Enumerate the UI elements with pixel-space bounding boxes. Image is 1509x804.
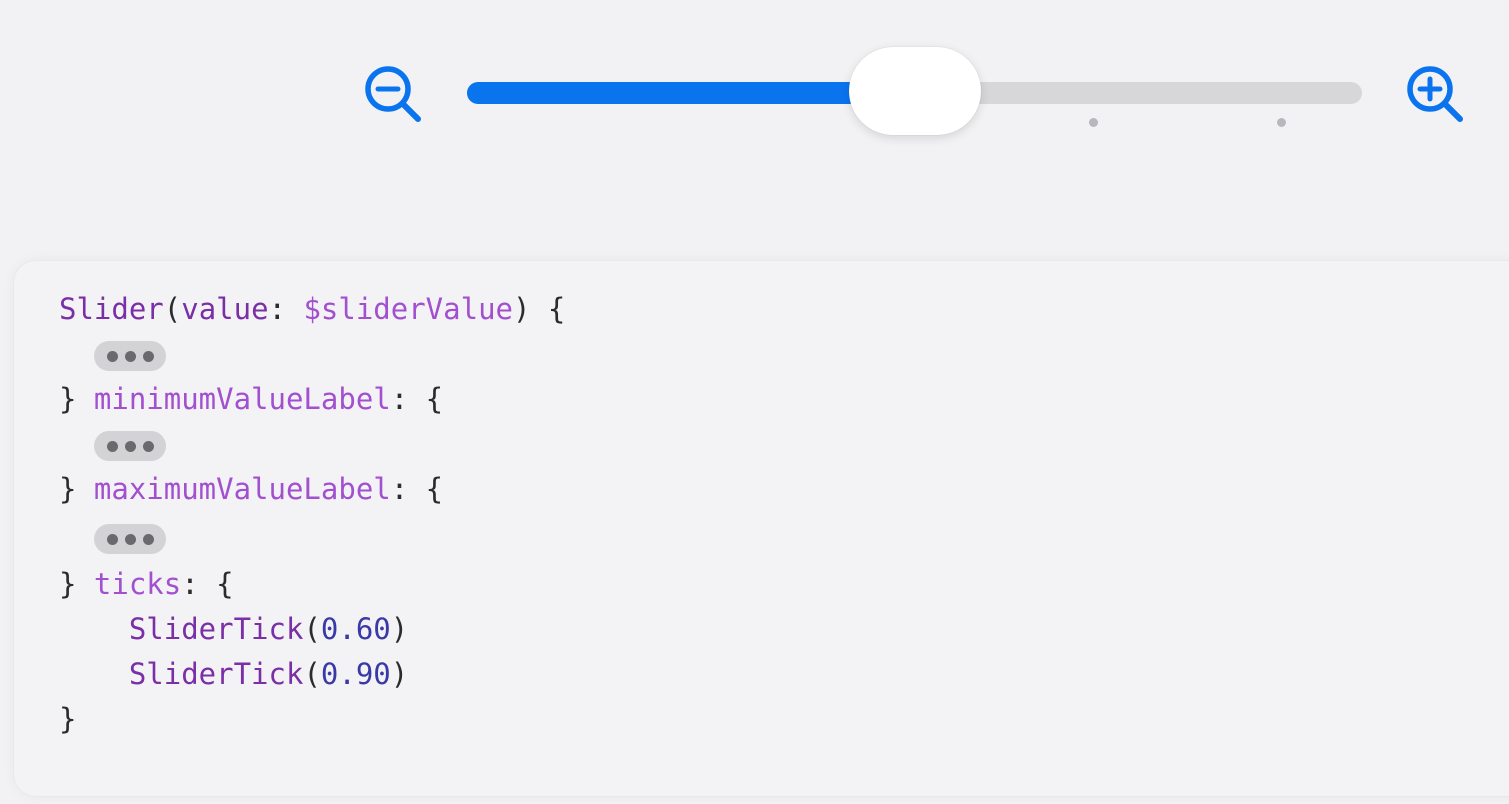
code-panel: Slider(value: $sliderValue) { } minimumV… — [14, 261, 1509, 796]
code-token: : { — [390, 472, 444, 506]
code-token: ) { — [512, 292, 566, 326]
slider-fill — [467, 82, 915, 104]
code-token: ( — [303, 612, 321, 646]
code-line: SliderTick(0.60) — [59, 607, 565, 652]
ellipsis-dot — [143, 441, 154, 452]
code-line: } maximumValueLabel: { — [59, 467, 565, 512]
code-token-label: minimumValueLabel — [93, 382, 391, 416]
ellipsis-dot — [143, 351, 154, 362]
collapsed-code-pill[interactable] — [94, 431, 166, 461]
code-line: } minimumValueLabel: { — [59, 377, 565, 422]
code-line: } ticks: { — [59, 562, 565, 607]
slider-tick-mark — [1276, 118, 1286, 127]
code-line: SliderTick(0.90) — [59, 652, 565, 697]
ellipsis-dot — [107, 441, 118, 452]
slider-row — [0, 0, 1509, 200]
code-line: Slider(value: $sliderValue) { — [59, 287, 565, 332]
collapsed-code-pill[interactable] — [94, 524, 166, 554]
code-token: } — [59, 472, 94, 506]
ellipsis-dot — [125, 351, 136, 362]
code-token-type: SliderTick — [128, 657, 304, 691]
code-fold-line — [59, 422, 565, 467]
code-token: ( — [303, 657, 321, 691]
code-fold-line — [59, 332, 565, 377]
code-token: } — [59, 567, 94, 601]
code-line: } — [59, 697, 565, 742]
ellipsis-dot — [125, 534, 136, 545]
ellipsis-dot — [143, 534, 154, 545]
code-block: Slider(value: $sliderValue) { } minimumV… — [59, 287, 565, 742]
code-token: ) — [390, 612, 409, 646]
code-token: } — [59, 382, 94, 416]
code-token: : — [268, 292, 304, 326]
code-token: : { — [181, 567, 234, 601]
code-token-number: 0.90 — [320, 657, 391, 691]
code-token-label: maximumValueLabel — [93, 472, 391, 506]
ellipsis-dot — [107, 534, 118, 545]
code-token-type: SliderTick — [128, 612, 304, 646]
code-token-label: ticks — [93, 567, 182, 601]
code-token-type: Slider — [59, 292, 164, 326]
code-token-binding: $sliderValue — [303, 292, 513, 326]
code-token: : { — [390, 382, 444, 416]
code-token-param: value — [181, 292, 269, 326]
code-token-number: 0.60 — [320, 612, 391, 646]
zoom-in-icon[interactable] — [1404, 63, 1466, 125]
slider[interactable] — [467, 47, 1362, 135]
ellipsis-dot — [125, 441, 136, 452]
slider-thumb[interactable] — [848, 47, 981, 135]
zoom-out-icon[interactable] — [362, 63, 424, 125]
code-token: ) — [390, 657, 409, 691]
code-token: } — [59, 702, 77, 736]
collapsed-code-pill[interactable] — [94, 341, 166, 371]
code-token: ( — [163, 292, 182, 326]
slider-tick-mark — [1089, 118, 1098, 127]
ellipsis-dot — [107, 351, 118, 362]
code-fold-line — [59, 512, 565, 562]
